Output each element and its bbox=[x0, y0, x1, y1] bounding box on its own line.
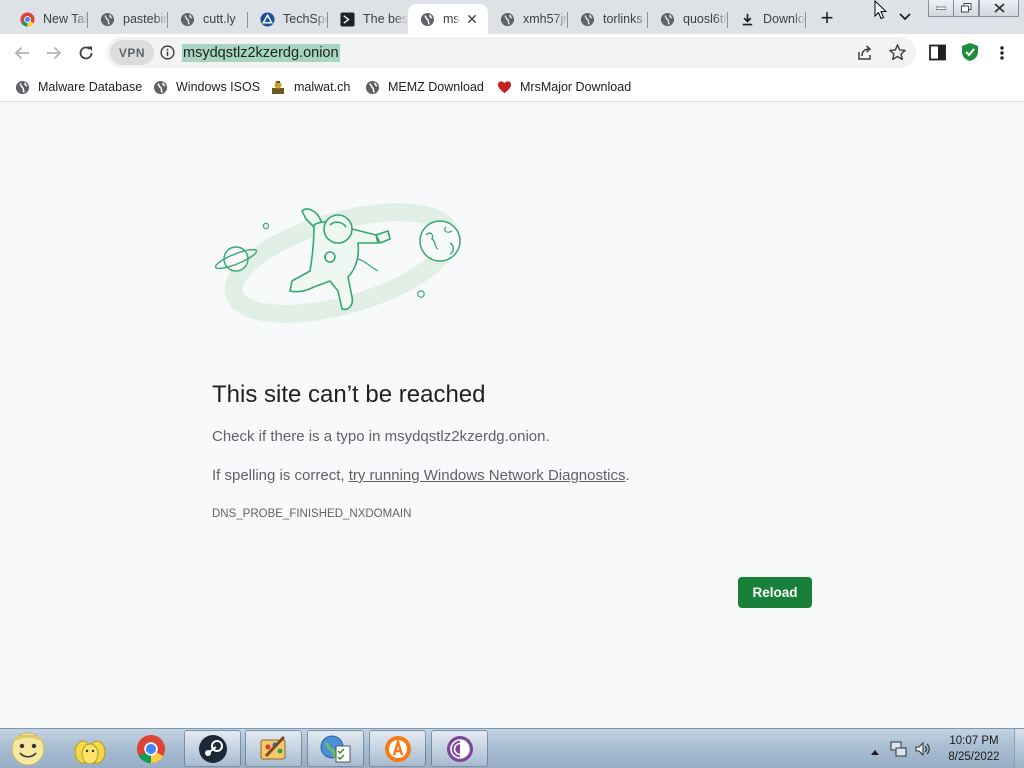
taskbar-explorer-button[interactable] bbox=[61, 730, 118, 767]
chrome-icon bbox=[20, 11, 35, 27]
taskbar-clock[interactable]: 10:07 PM 8/25/2022 bbox=[936, 733, 1012, 765]
vpn-badge[interactable]: VPN bbox=[110, 40, 154, 65]
tab-torlinks[interactable]: torlinks bbox=[568, 4, 648, 34]
taskbar-paint-button[interactable] bbox=[245, 730, 302, 767]
techspot-icon bbox=[260, 11, 275, 27]
browser-toolbar: VPN msydqstlz2kzerdg.onion bbox=[0, 34, 1024, 71]
bookmarks-bar: Malware Database Windows ISOS malwat.ch … bbox=[0, 71, 1024, 102]
tab-label: msydqstlz2kzerdg.onion bbox=[443, 12, 460, 26]
info-icon[interactable] bbox=[160, 45, 175, 60]
bookmark-label: MrsMajor Download bbox=[520, 80, 632, 94]
bookmark-label: MEMZ Download bbox=[388, 80, 484, 94]
tab-label: cutt.ly bbox=[203, 12, 236, 26]
reload-button[interactable]: Reload bbox=[738, 577, 812, 608]
tab-label: New Tab bbox=[43, 12, 88, 26]
bookmark-windows-isos[interactable]: Windows ISOS bbox=[152, 76, 260, 98]
heart-icon bbox=[496, 79, 512, 95]
tray-expand-arrow-icon[interactable] bbox=[870, 743, 880, 755]
bookmark-malwatch[interactable]: malwat.ch bbox=[270, 76, 350, 98]
tab-cuttly[interactable]: cutt.ly bbox=[168, 4, 248, 34]
clock-time: 10:07 PM bbox=[949, 735, 999, 747]
tab-search-chevron-icon[interactable] bbox=[896, 8, 914, 26]
tab-download[interactable]: Download bbox=[728, 4, 806, 34]
taskbar-chrome-button[interactable] bbox=[122, 730, 179, 767]
tab-pastebin[interactable]: pastebin bbox=[88, 4, 168, 34]
tab-label: TechSpot bbox=[283, 12, 328, 26]
share-icon[interactable] bbox=[856, 44, 874, 62]
tab-close-icon[interactable]: ✕ bbox=[464, 11, 480, 27]
side-panel-icon[interactable] bbox=[929, 44, 946, 61]
tab-label: torlinks bbox=[603, 12, 643, 26]
globe-icon bbox=[100, 12, 115, 27]
tab-new-tab[interactable]: New Tab bbox=[8, 4, 88, 34]
globe-icon bbox=[14, 79, 30, 95]
tab-label: Download bbox=[763, 12, 806, 26]
restore-button[interactable] bbox=[953, 0, 979, 17]
bookmark-mrsmajor-download[interactable]: MrsMajor Download bbox=[496, 76, 631, 98]
minimize-button[interactable] bbox=[928, 0, 954, 17]
tab-label: xmh57jrzrnw6 bbox=[523, 12, 568, 26]
globe-icon bbox=[500, 12, 515, 27]
network-tray-icon[interactable] bbox=[890, 740, 908, 758]
diagnostics-prefix: If spelling is correct, bbox=[212, 467, 349, 484]
dark-site-icon bbox=[340, 11, 355, 27]
taskbar-tor-browser-button[interactable] bbox=[431, 730, 488, 767]
tab-xmh57[interactable]: xmh57jrzrnw6 bbox=[488, 4, 568, 34]
show-desktop-button[interactable] bbox=[1014, 729, 1024, 768]
tab-label: quosl6t6 bbox=[683, 12, 728, 26]
taskbar-avast-button[interactable] bbox=[369, 730, 426, 767]
bookmark-memz-download[interactable]: MEMZ Download bbox=[364, 76, 484, 98]
bookmark-label: Malware Database bbox=[38, 80, 143, 94]
error-typo-hint: Check if there is a typo in msydqstlz2kz… bbox=[212, 428, 550, 445]
tab-quosl[interactable]: quosl6t6 bbox=[648, 4, 728, 34]
globe-icon bbox=[152, 79, 168, 95]
globe-icon bbox=[580, 12, 595, 27]
globe-icon bbox=[660, 12, 675, 27]
mouse-cursor-icon bbox=[874, 0, 888, 20]
clock-date: 8/25/2022 bbox=[948, 751, 1000, 763]
globe-icon bbox=[364, 79, 380, 95]
malwatch-icon bbox=[270, 79, 286, 95]
tab-divider bbox=[805, 12, 806, 28]
url-text[interactable]: msydqstlz2kzerdg.onion bbox=[182, 44, 340, 62]
windows-taskbar: 10:07 PM 8/25/2022 bbox=[0, 728, 1024, 768]
address-bar[interactable]: VPN msydqstlz2kzerdg.onion bbox=[106, 37, 916, 68]
reload-toolbar-button[interactable] bbox=[75, 42, 97, 64]
tab-active-onion[interactable]: msydqstlz2kzerdg.onion ✕ bbox=[408, 4, 488, 34]
taskbar-network-checklist-button[interactable] bbox=[307, 730, 364, 767]
forward-button[interactable] bbox=[43, 42, 65, 64]
extension-shield-icon[interactable] bbox=[961, 42, 979, 62]
system-tray bbox=[866, 729, 936, 768]
more-menu-icon[interactable] bbox=[996, 44, 1008, 62]
bookmark-label: Windows ISOS bbox=[176, 80, 261, 94]
error-diagnostics-hint: If spelling is correct, try running Wind… bbox=[212, 467, 630, 484]
close-window-button[interactable] bbox=[979, 0, 1019, 17]
globe-icon bbox=[420, 12, 435, 27]
astronaut-illustration bbox=[210, 201, 470, 331]
tab-strip: New Tab pastebin cutt.ly TechSpot The be… bbox=[0, 0, 1024, 34]
volume-tray-icon[interactable] bbox=[914, 740, 932, 758]
bookmark-label: malwat.ch bbox=[294, 80, 351, 94]
error-page: This site can’t be reached Check if ther… bbox=[0, 103, 1024, 728]
globe-icon bbox=[180, 12, 195, 27]
new-tab-button[interactable]: + bbox=[816, 5, 838, 30]
tab-techspot[interactable]: TechSpot bbox=[248, 4, 328, 34]
tab-the-best[interactable]: The best bbox=[328, 4, 408, 34]
error-title: This site can’t be reached bbox=[212, 381, 486, 408]
network-diagnostics-link[interactable]: try running Windows Network Diagnostics bbox=[349, 467, 626, 484]
back-button[interactable] bbox=[11, 42, 33, 64]
download-icon bbox=[740, 12, 755, 27]
diagnostics-suffix: . bbox=[625, 467, 630, 484]
bookmark-malware-database[interactable]: Malware Database bbox=[14, 76, 142, 98]
tab-label: pastebin bbox=[123, 12, 168, 26]
error-code: DNS_PROBE_FINISHED_NXDOMAIN bbox=[212, 508, 412, 520]
taskbar-steam-button[interactable] bbox=[184, 730, 241, 767]
start-orb-button[interactable] bbox=[0, 730, 56, 767]
bookmark-star-icon[interactable] bbox=[888, 43, 907, 62]
tab-label: The best bbox=[363, 12, 408, 26]
